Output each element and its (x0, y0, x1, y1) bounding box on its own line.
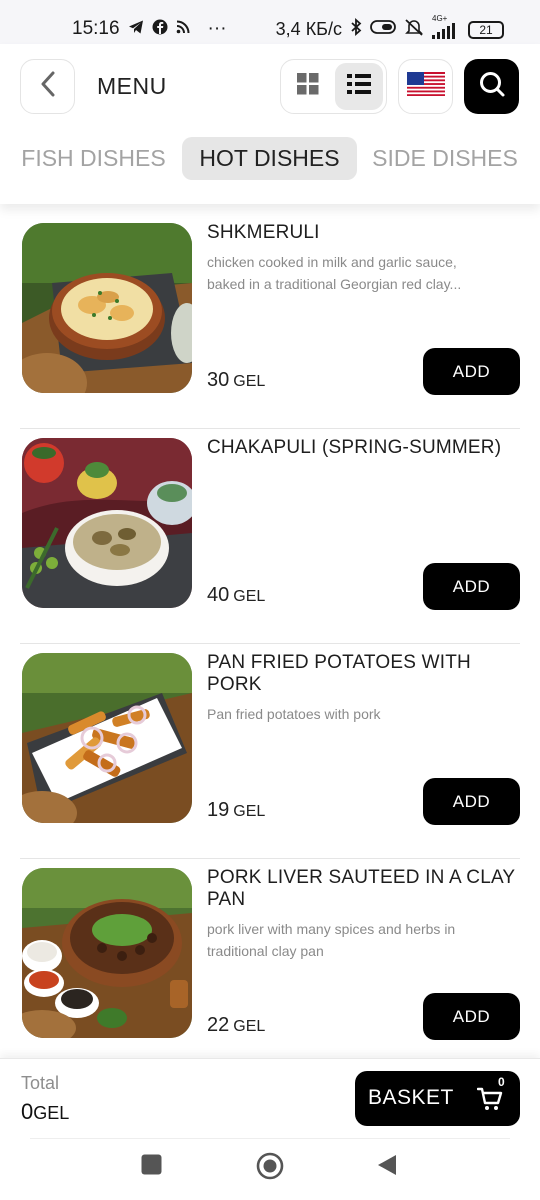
network-type: 4G+ (432, 13, 448, 23)
add-button[interactable]: ADD (423, 778, 520, 825)
category-tabs: FISH DISHES HOT DISHES SIDE DISHES (0, 137, 540, 181)
price-value: 30 (207, 369, 230, 391)
home-circle-icon (256, 1152, 284, 1184)
status-time: 15:16 (72, 18, 120, 39)
list-item[interactable]: SHKMERULI chicken cooked in milk and gar… (0, 214, 540, 429)
status-right: 3,4 КБ/с 4G+ 21 (275, 14, 504, 41)
basket-bar: Total 0GEL BASKET 0 (0, 1058, 540, 1138)
grid-view-button[interactable] (284, 63, 333, 110)
language-button[interactable] (398, 59, 453, 114)
grid-view-icon (297, 73, 319, 100)
network-speed: 3,4 КБ/с (275, 19, 342, 39)
list-view-button[interactable] (334, 63, 383, 110)
us-flag-icon (406, 72, 445, 101)
rss-icon (176, 20, 190, 39)
view-toggle (280, 59, 387, 114)
dish-description: Pan fried potatoes with pork (207, 706, 381, 722)
home-button[interactable] (256, 1152, 284, 1185)
list-view-icon (346, 73, 371, 100)
recent-apps-button[interactable] (141, 1154, 162, 1180)
cart-count-badge: 0 (498, 1075, 505, 1089)
list-item[interactable]: CHAKAPULI (SPRING-SUMMER) 40 GEL ADD (0, 429, 540, 644)
dish-price: 19 GEL (207, 799, 265, 822)
nav-divider (30, 1138, 510, 1139)
list-item[interactable]: PORK LIVER SAUTEED IN A CLAY PAN pork li… (0, 859, 540, 1074)
telegram-icon (128, 19, 144, 40)
basket-label: BASKET (368, 1086, 454, 1109)
dish-description: pork liver with many spices and herbs in… (207, 921, 456, 959)
dish-image-shkmeruli[interactable] (22, 223, 192, 393)
dish-image-pork-liver[interactable] (22, 868, 192, 1038)
price-value: 19 (207, 799, 230, 821)
total-amount: 0 (21, 1099, 34, 1124)
system-back-button[interactable] (377, 1154, 397, 1181)
total-label: Total (21, 1073, 60, 1093)
dish-price: 30 GEL (207, 369, 265, 392)
tab-hot-dishes[interactable]: HOT DISHES (182, 137, 357, 180)
bluetooth-icon (350, 18, 362, 41)
add-button[interactable]: ADD (423, 993, 520, 1040)
tab-side-dishes[interactable]: SIDE DISHES (370, 137, 520, 180)
page-title: MENU (97, 73, 167, 99)
back-button[interactable] (20, 59, 75, 114)
dish-price: 22 GEL (207, 1014, 265, 1037)
dish-price: 40 GEL (207, 584, 265, 607)
dish-name: PAN FRIED POTATOES WITH PORK (207, 652, 471, 695)
data-saver-icon (370, 19, 396, 40)
price-currency: GEL (233, 1018, 266, 1035)
status-bar: 15:16 ··· 3,4 КБ/с 4G+ 21 (0, 0, 540, 44)
dish-image-potatoes[interactable] (22, 653, 192, 823)
dish-image-chakapuli[interactable] (22, 438, 192, 608)
status-more: ··· (207, 18, 227, 39)
search-button[interactable] (464, 59, 519, 114)
dish-name: CHAKAPULI (SPRING-SUMMER) (207, 437, 502, 458)
dish-description: chicken cooked in milk and garlic sauce,… (207, 254, 462, 292)
system-nav-bar (0, 1138, 540, 1200)
battery-icon: 21 (468, 20, 504, 39)
facebook-icon (152, 19, 168, 40)
price-currency: GEL (233, 588, 266, 605)
price-value: 40 (207, 584, 230, 606)
total-value: 0GEL (21, 1099, 69, 1125)
price-value: 22 (207, 1014, 230, 1036)
back-arrow-icon (40, 71, 56, 102)
add-button[interactable]: ADD (423, 563, 520, 610)
total-currency: GEL (33, 1103, 70, 1123)
signal-icon: 4G+ (432, 14, 460, 39)
list-item[interactable]: PAN FRIED POTATOES WITH PORK Pan fried p… (0, 644, 540, 859)
triangle-back-icon (377, 1155, 397, 1180)
battery-level: 21 (479, 22, 493, 37)
cart-icon (476, 1086, 503, 1117)
mute-icon (404, 18, 424, 41)
price-currency: GEL (233, 373, 266, 390)
status-left: 15:16 ··· (72, 18, 227, 40)
price-currency: GEL (233, 803, 266, 820)
search-icon (478, 70, 506, 103)
basket-button[interactable]: BASKET 0 (355, 1071, 520, 1126)
header: MENU FISH DISHES HOT DISHES SIDE DISHES (0, 44, 540, 204)
dish-name: SHKMERULI (207, 222, 320, 243)
dish-name: PORK LIVER SAUTEED IN A CLAY PAN (207, 867, 515, 910)
add-button[interactable]: ADD (423, 348, 520, 395)
tab-fish-dishes[interactable]: FISH DISHES (16, 137, 171, 180)
square-icon (141, 1154, 162, 1179)
